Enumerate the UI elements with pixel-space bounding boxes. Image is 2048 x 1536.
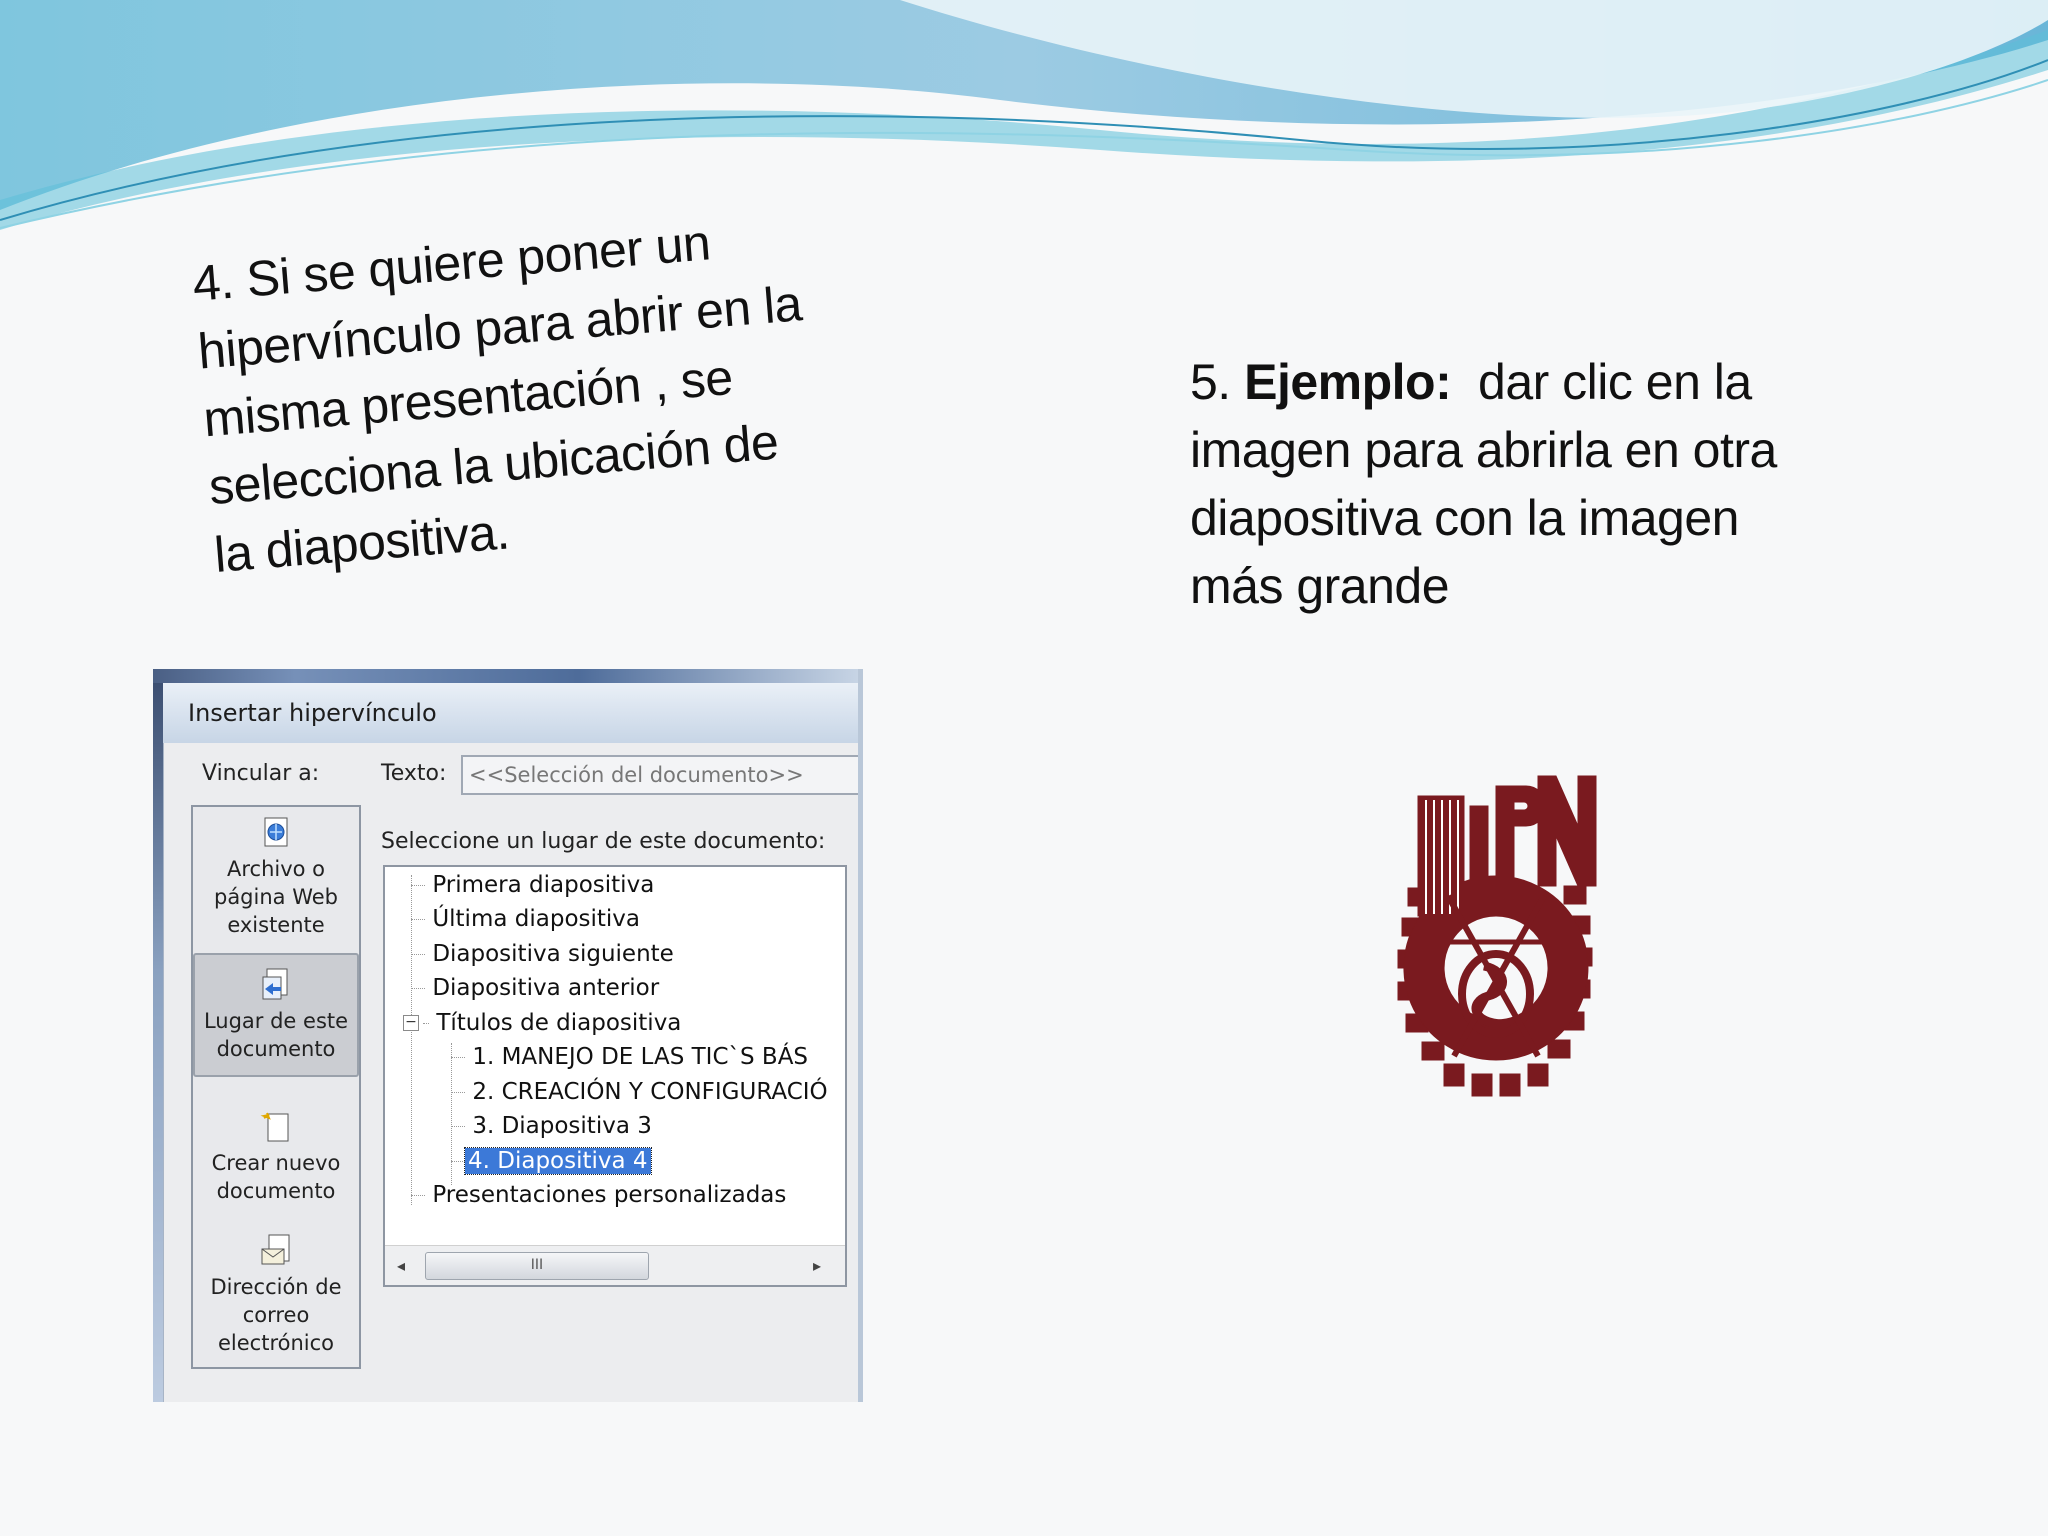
tree-item-label: 1. MANEJO DE LAS TIC`S BÁS <box>472 1044 809 1070</box>
web-file-icon <box>259 815 293 851</box>
tree-item[interactable]: Diapositiva anterior <box>411 972 659 1004</box>
email-address-icon <box>259 1233 293 1269</box>
link-option-line: página Web <box>213 885 338 909</box>
tree-item[interactable]: 2. CREACIÓN Y CONFIGURACIÓ <box>451 1076 828 1108</box>
dialog-title: Insertar hipervínculo <box>188 699 437 727</box>
step5-line: más grande <box>1190 558 1450 614</box>
horizontal-scrollbar[interactable]: ◂ III ▸ <box>385 1245 845 1285</box>
tree-item-label: 2. CREACIÓN Y CONFIGURACIÓ <box>472 1079 828 1105</box>
step5-line: imagen para abrirla en otra <box>1190 422 1777 478</box>
tree-item-selected[interactable]: 4. Diapositiva 4 <box>451 1145 652 1177</box>
link-option-line: correo <box>242 1303 310 1327</box>
scroll-thumb[interactable]: III <box>425 1252 649 1280</box>
step5-line: diapositiva con la imagen <box>1190 490 1739 546</box>
tree-item[interactable]: Diapositiva siguiente <box>411 938 674 970</box>
link-option-line: Crear nuevo <box>211 1151 341 1175</box>
dialog-top-strip <box>153 669 863 683</box>
tree-item-label: 3. Diapositiva 3 <box>472 1113 652 1139</box>
link-option-place-in-document[interactable]: Lugar de este documento <box>193 953 359 1077</box>
scroll-left-icon[interactable]: ◂ <box>397 1256 405 1275</box>
link-option-line: Archivo o <box>226 857 326 881</box>
tree-item[interactable]: Primera diapositiva <box>411 869 654 901</box>
instruction-step-5: 5. Ejemplo: dar clic en la imagen para a… <box>1190 348 1810 620</box>
tree-item[interactable]: Presentaciones personalizadas <box>411 1179 786 1211</box>
place-in-document-icon <box>259 967 293 1003</box>
link-option-email-address[interactable]: Dirección de correo electrónico <box>193 1233 359 1357</box>
text-to-display-label: Texto: <box>381 761 447 786</box>
step5-first-line: 5. Ejemplo: dar clic en la <box>1190 348 1810 416</box>
tree-item[interactable]: Última diapositiva <box>411 903 640 935</box>
tree-item-label: Primera diapositiva <box>432 872 655 898</box>
tree-item-label: Última diapositiva <box>432 906 640 932</box>
tree-item-label: 4. Diapositiva 4 <box>464 1147 652 1175</box>
collapse-toggle-icon[interactable]: − <box>403 1015 419 1031</box>
tree-item[interactable]: 1. MANEJO DE LAS TIC`S BÁS <box>451 1041 808 1073</box>
scroll-right-icon[interactable]: ▸ <box>813 1256 821 1275</box>
link-option-line: documento <box>216 1037 336 1061</box>
text-to-display-input[interactable]: <<Selección del documento>> <box>461 755 863 795</box>
dialog-right-edge <box>858 669 863 1402</box>
step5-prefix: 5. <box>1190 354 1245 410</box>
link-option-line: Lugar de este <box>203 1009 349 1033</box>
insert-hyperlink-dialog: Insertar hipervínculo Vincular a: Archiv… <box>153 669 863 1402</box>
link-option-line: electrónico <box>217 1331 334 1355</box>
link-option-line: documento <box>216 1179 336 1203</box>
tree-item-label: Títulos de diapositiva <box>436 1010 682 1036</box>
tree-item-slide-titles[interactable]: Títulos de diapositiva <box>423 1007 681 1039</box>
step5-bold-label: Ejemplo: <box>1244 354 1452 410</box>
tree-item[interactable]: 3. Diapositiva 3 <box>451 1110 652 1142</box>
document-place-tree[interactable]: Primera diapositiva Última diapositiva D… <box>383 865 847 1287</box>
link-option-new-document[interactable]: Crear nuevo documento <box>193 1109 359 1205</box>
instruction-step-4: 4. Si se quiere poner un hipervínculo pa… <box>190 199 855 589</box>
tree-item-label: Diapositiva siguiente <box>432 941 674 967</box>
header-wave-decoration <box>0 0 2048 230</box>
dialog-titlebar[interactable]: Insertar hipervínculo <box>163 683 863 743</box>
link-option-line: existente <box>227 913 325 937</box>
dialog-left-edge <box>153 683 163 1402</box>
link-to-label: Vincular a: <box>202 761 320 786</box>
link-to-panel: Archivo o página Web existente Lugar de … <box>191 805 361 1369</box>
tree-item-label: Diapositiva anterior <box>432 975 660 1001</box>
new-document-icon <box>259 1109 293 1145</box>
link-option-existing-file[interactable]: Archivo o página Web existente <box>193 815 359 939</box>
select-place-label: Seleccione un lugar de este documento: <box>381 829 826 854</box>
link-option-line: Dirección de <box>210 1275 342 1299</box>
step5-first-line-rest: dar clic en la <box>1451 354 1752 410</box>
ipn-logo-image[interactable] <box>1388 766 1606 1106</box>
tree-item-label: Presentaciones personalizadas <box>432 1182 787 1208</box>
